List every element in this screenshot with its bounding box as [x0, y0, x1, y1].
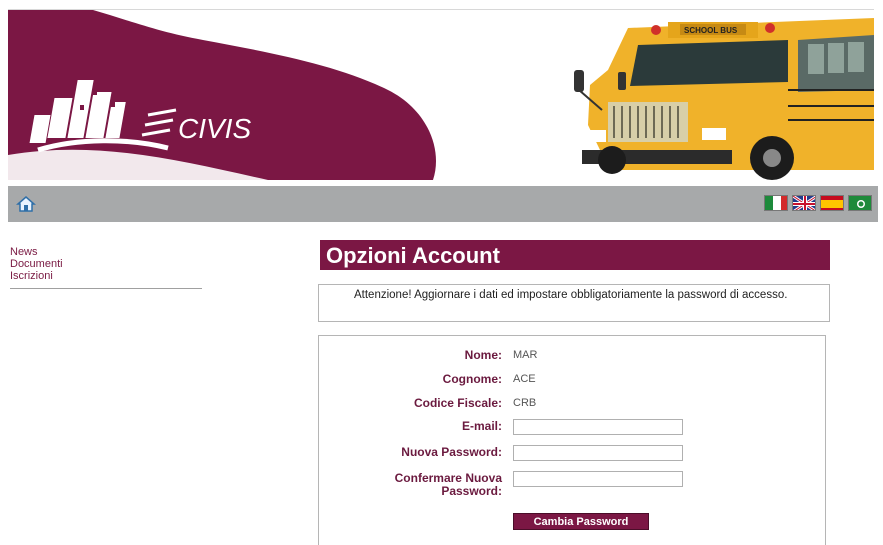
email-label: E-mail: [461, 419, 502, 433]
notice-text: Attenzione! Aggiornare i dati ed imposta… [354, 289, 788, 301]
new-password-field[interactable] [513, 445, 683, 461]
language-flags [764, 195, 872, 211]
email-field[interactable] [513, 419, 683, 435]
header-banner: CIVIS SCHOOL BUS [8, 10, 874, 180]
sidebar-item-iscrizioni[interactable]: Iscrizioni [10, 270, 202, 282]
sidebar-item-documenti[interactable]: Documenti [10, 258, 202, 270]
cognome-label: Cognome: [442, 372, 502, 386]
nome-label: Nome: [464, 348, 502, 362]
spanish-flag-icon[interactable] [820, 195, 844, 211]
confirm-password-field[interactable] [513, 471, 683, 487]
page-title: Opzioni Account [320, 240, 830, 270]
notice-box: Attenzione! Aggiornare i dati ed imposta… [318, 284, 830, 322]
green-flag-icon[interactable] [848, 195, 872, 211]
cognome-value: ACE [513, 373, 536, 385]
codice-fiscale-label: Codice Fiscale: [413, 396, 502, 410]
sidebar-divider [10, 288, 202, 289]
school-bus-icon: SCHOOL BUS [574, 18, 874, 180]
codice-fiscale-value: CRB [513, 397, 537, 409]
svg-text:CIVIS: CIVIS [178, 113, 251, 144]
banner-graphic: CIVIS SCHOOL BUS [8, 10, 874, 180]
home-icon[interactable] [16, 194, 36, 214]
svg-text:SCHOOL BUS: SCHOOL BUS [684, 26, 738, 35]
nome-value: MAR [513, 349, 538, 361]
confirm-password-label: Confermare Nuova Password: [394, 471, 502, 498]
new-password-label: Nuova Password: [401, 445, 502, 459]
top-toolbar [8, 186, 878, 222]
uk-flag-icon[interactable] [792, 195, 816, 211]
change-password-button[interactable]: Cambia Password [513, 513, 649, 530]
sidebar-item-news[interactable]: News [10, 246, 202, 258]
sidebar-nav: News Documenti Iscrizioni [10, 246, 202, 289]
italian-flag-icon[interactable] [764, 195, 788, 211]
account-form: Nome: MAR Cognome: ACE Codice Fiscale: C… [318, 335, 826, 545]
